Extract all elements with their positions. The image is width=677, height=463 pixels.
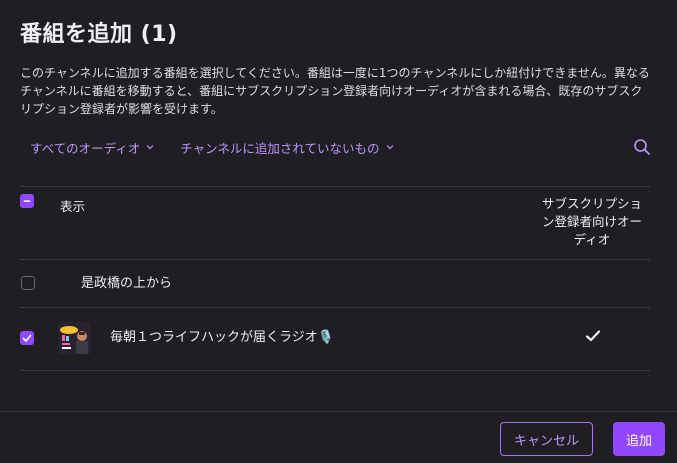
- divider: [20, 307, 650, 308]
- row-checkbox[interactable]: [20, 331, 34, 345]
- audio-filter-dropdown[interactable]: すべてのオーディオ: [30, 138, 154, 157]
- show-title: 毎朝１つライフハックが届くラジオ🎙️: [110, 330, 334, 345]
- row-checkbox[interactable]: [21, 276, 35, 290]
- filter-bar: すべてのオーディオ チャンネルに追加されていないもの: [30, 137, 420, 157]
- divider: [20, 186, 650, 187]
- chevron-down-icon: [146, 145, 154, 150]
- chevron-down-icon: [386, 145, 393, 150]
- column-header-subscriber-audio: サブスクリプション登録者向けオーディオ: [541, 196, 642, 247]
- dialog-title: 番組を追加 (1): [20, 22, 178, 47]
- divider: [20, 370, 650, 371]
- column-header-display: 表示: [60, 199, 86, 214]
- minus-icon: [23, 200, 31, 202]
- search-icon[interactable]: [633, 138, 651, 156]
- add-button[interactable]: 追加: [613, 422, 665, 456]
- checkmark-icon: [22, 334, 32, 342]
- divider: [20, 259, 650, 260]
- channel-filter-dropdown[interactable]: チャンネルに追加されていないもの: [180, 138, 393, 157]
- add-show-dialog: 番組を追加 (1) このチャンネルに追加する番組を選択してください。番組は一度に…: [0, 0, 677, 463]
- audio-filter-label: すべてのオーディオ: [30, 140, 141, 156]
- cancel-button-label: キャンセル: [513, 433, 579, 449]
- add-button-label: 追加: [625, 433, 652, 449]
- show-artwork-image: [59, 322, 91, 354]
- select-all-checkbox[interactable]: [20, 194, 34, 208]
- channel-filter-label: チャンネルに追加されていないもの: [180, 140, 380, 156]
- show-title: 是政橋の上から: [81, 276, 173, 291]
- show-thumbnail: [59, 322, 91, 354]
- dialog-description: このチャンネルに追加する番組を選択してください。番組は一度に1つのチャンネルにし…: [20, 66, 650, 116]
- cancel-button[interactable]: キャンセル: [500, 422, 593, 456]
- footer-divider: [0, 411, 677, 412]
- checkmark-icon: [585, 330, 601, 342]
